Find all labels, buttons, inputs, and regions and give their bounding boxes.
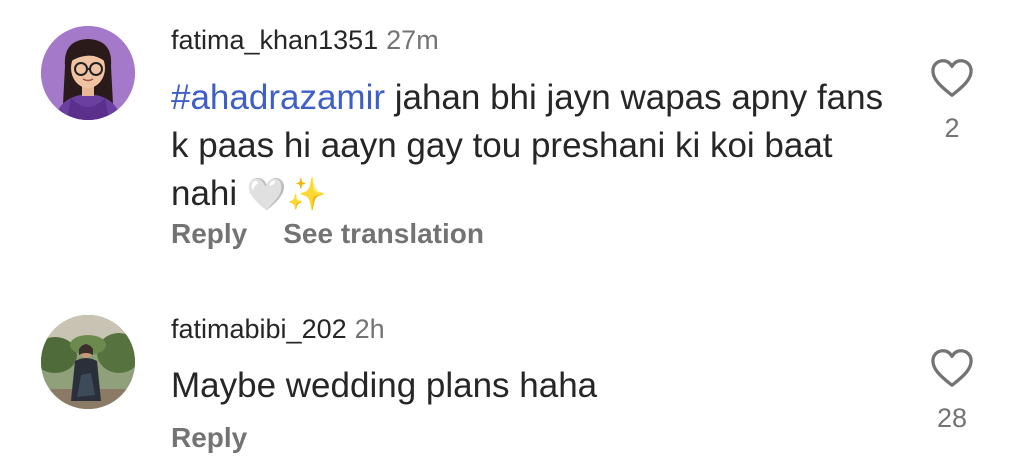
comment-timestamp: 2h <box>354 314 385 344</box>
comment-item: fatimabibi_202 2h Maybe wedding plans hah… <box>0 280 1024 463</box>
heart-icon[interactable] <box>930 348 974 388</box>
username-link[interactable]: fatimabibi_202 <box>171 314 347 344</box>
hashtag-link[interactable]: #ahadrazamir <box>171 78 385 117</box>
user-avatar[interactable] <box>41 26 135 120</box>
like-control: 2 <box>924 58 980 144</box>
comment-text: #ahadrazamir jahan bhi jayn wapas apny f… <box>171 74 891 218</box>
comment-item: fatima_khan1351 27m #ahadrazamir jahan bh… <box>0 0 1024 280</box>
user-avatar[interactable] <box>41 315 135 409</box>
heart-icon[interactable] <box>930 58 974 98</box>
comment-actions: Reply <box>171 422 247 454</box>
like-count: 2 <box>944 113 960 143</box>
sparkles-emoji: ✨ <box>286 176 327 212</box>
reply-button[interactable]: Reply <box>171 422 247 453</box>
comment-text: Maybe wedding plans haha <box>171 362 891 410</box>
comment-timestamp: 27m <box>386 25 439 55</box>
comment-header: fatima_khan1351 27m <box>171 24 439 56</box>
like-count: 28 <box>936 403 968 433</box>
avatar-illustration-icon <box>41 26 135 120</box>
avatar-photo-icon <box>41 315 135 409</box>
white-heart-emoji: 🤍 <box>246 176 287 212</box>
comment-actions: Reply See translation <box>171 218 484 250</box>
comment-header: fatimabibi_202 2h <box>171 313 385 345</box>
reply-button[interactable]: Reply <box>171 218 247 249</box>
comment-body: Maybe wedding plans haha <box>171 366 598 405</box>
like-control: 28 <box>924 348 980 434</box>
see-translation-button[interactable]: See translation <box>283 218 484 249</box>
username-link[interactable]: fatima_khan1351 <box>171 25 378 55</box>
